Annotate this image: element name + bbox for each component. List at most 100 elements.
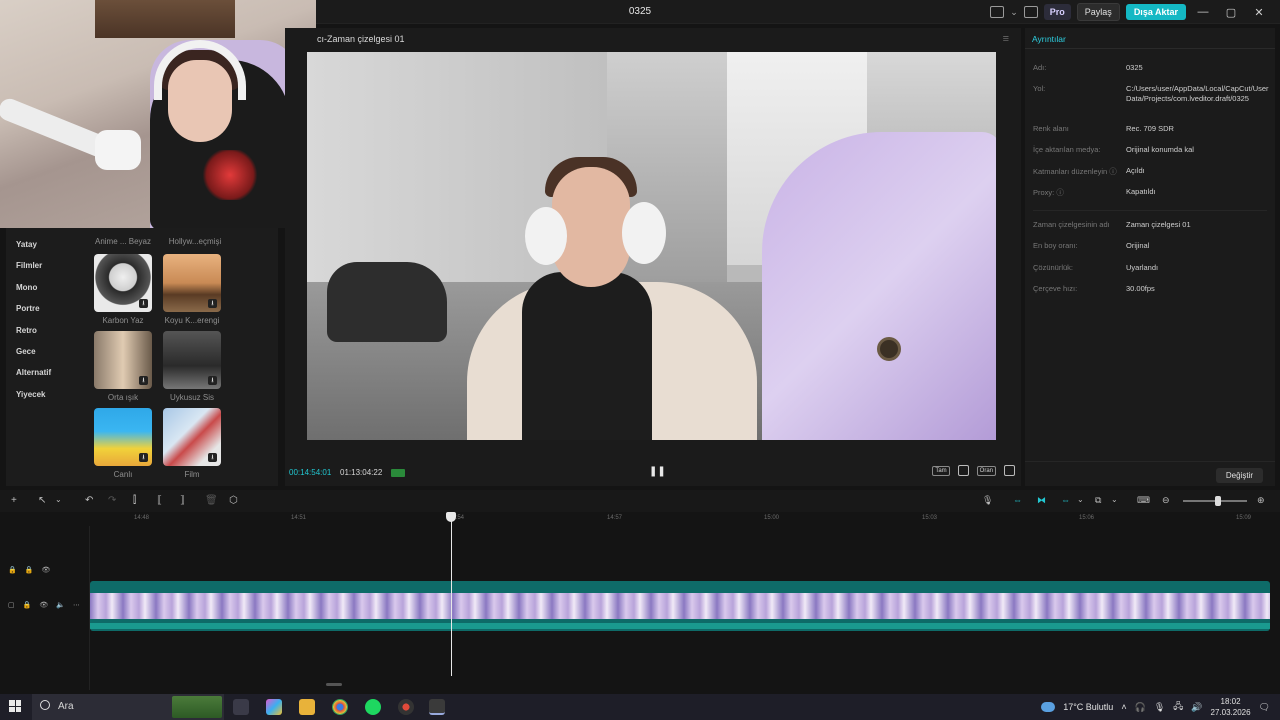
download-icon[interactable]: ⭳ (139, 453, 148, 462)
undo-icon[interactable]: ↶ (85, 495, 93, 506)
eye-icon[interactable]: 👁 (41, 566, 50, 574)
lock-icon[interactable]: 🔒 (25, 566, 34, 574)
change-button[interactable]: Değiştir (1215, 468, 1263, 483)
filter-category-item[interactable]: Filmler (16, 255, 86, 276)
chrome-icon[interactable] (332, 699, 348, 715)
export-button[interactable]: Dışa Aktar (1125, 4, 1186, 20)
fit-button[interactable]: Tam (932, 465, 950, 476)
filter-item[interactable]: ⭳ Karbon Yaz (94, 254, 152, 331)
windows-start-icon[interactable] (9, 700, 21, 712)
screenshot-icon[interactable] (957, 465, 969, 476)
download-icon[interactable]: ⭳ (139, 376, 148, 385)
delete-icon[interactable]: 🗑 (205, 495, 218, 506)
zoom-in-icon[interactable]: ⊕ (1257, 495, 1265, 506)
main-track-magnet-icon[interactable]: ⇔ (1013, 495, 1022, 505)
filter-thumbnail[interactable]: ⭳ (163, 331, 221, 389)
pro-button[interactable]: Pro (1043, 4, 1071, 20)
filter-category-item[interactable]: Alternatif (16, 362, 86, 383)
linkage-icon[interactable]: ⇔ (1061, 495, 1070, 505)
eye-icon[interactable]: 👁 (39, 601, 48, 609)
filter-item[interactable]: ⭳ Koyu K...erengi (163, 254, 221, 331)
weather-icon[interactable] (1041, 702, 1056, 712)
minimize-button[interactable]: — (1192, 6, 1214, 18)
select-tool-icon[interactable]: ↖ (38, 495, 46, 506)
shortcuts-icon[interactable] (1023, 6, 1038, 18)
filter-category-item[interactable]: Yatay (16, 234, 86, 255)
filter-item[interactable]: ⭳ Film (163, 408, 221, 485)
audio-icon[interactable]: 🔈 (56, 601, 65, 609)
playhead-handle[interactable] (446, 512, 456, 522)
captions-icon[interactable]: ⌨ (1137, 495, 1150, 506)
download-icon[interactable]: ⭳ (208, 453, 217, 462)
chevron-down-icon[interactable]: ⌄ (1077, 495, 1084, 504)
lock-icon[interactable]: 🔒 (8, 566, 17, 574)
task-view-icon[interactable] (233, 699, 249, 715)
lock-icon[interactable]: 🔒 (23, 601, 32, 609)
detail-key: Proxy: ⓘ (1033, 188, 1064, 197)
filter-thumbnail[interactable]: ⭳ (94, 254, 152, 312)
chevron-down-icon[interactable]: ⌄ (55, 495, 62, 504)
filter-category-list: Yatay Filmler Mono Portre Retro Gece Alt… (16, 234, 86, 405)
horizontal-scrollbar[interactable] (326, 683, 342, 686)
pause-button[interactable]: ❚❚ (649, 466, 666, 477)
preview-axis-icon[interactable]: ⧉ (1095, 495, 1101, 506)
volume-icon[interactable]: 🔊 (1191, 702, 1202, 713)
webcam-shirt-graphic (200, 150, 260, 200)
file-explorer-icon[interactable] (299, 699, 315, 715)
playhead[interactable] (451, 516, 452, 676)
redo-icon[interactable]: ↷ (108, 495, 116, 506)
zoom-out-icon[interactable]: ⊖ (1162, 495, 1170, 506)
zoom-slider-handle[interactable] (1215, 496, 1221, 506)
ruler-tick-label: 15:06 (1079, 515, 1095, 521)
filter-category-item[interactable]: Portre (16, 298, 86, 319)
filter-item[interactable]: ⭳ Uykusuz Sis (163, 331, 221, 408)
obs-icon[interactable] (398, 699, 414, 715)
microphone-icon[interactable]: 🎙 (982, 495, 993, 506)
layout-dropdown-icon[interactable]: ⌄ (1010, 7, 1018, 18)
download-icon[interactable]: ⭳ (139, 299, 148, 308)
filter-thumbnail[interactable]: ⭳ (163, 254, 221, 312)
maximize-button[interactable]: ▢ (1220, 6, 1242, 19)
filter-category-item[interactable]: Mono (16, 277, 86, 298)
more-icon[interactable]: ⋯ (73, 601, 80, 609)
copilot-icon[interactable] (266, 699, 282, 715)
auto-snap-icon[interactable]: ⧓ (1037, 495, 1046, 506)
taskbar-search[interactable]: Ara (32, 694, 224, 720)
close-button[interactable]: ✕ (1248, 6, 1270, 19)
video-clip[interactable] (90, 581, 1270, 631)
layout-icon[interactable] (990, 6, 1005, 18)
network-icon[interactable]: 🖧 (1173, 699, 1183, 715)
share-button[interactable]: Paylaş (1076, 3, 1120, 21)
cover-icon[interactable]: ▢ (8, 601, 15, 609)
menu-icon[interactable]: ≡ (1003, 33, 1009, 45)
headphones-icon[interactable]: 🎧 (1135, 702, 1146, 713)
spotify-icon[interactable] (365, 699, 381, 715)
filter-item[interactable]: ⭳ Orta ışık (94, 331, 152, 408)
chevron-down-icon[interactable]: ⌄ (1111, 495, 1118, 504)
weather-text[interactable]: 17°C Bulutlu (1063, 702, 1113, 712)
filter-category-item[interactable]: Gece (16, 341, 86, 362)
filter-item[interactable]: ⭳ Canlı (94, 408, 152, 485)
mic-icon[interactable]: 🎙 (1154, 702, 1165, 713)
download-icon[interactable]: ⭳ (208, 299, 217, 308)
add-icon[interactable]: + (11, 495, 17, 506)
timecode-icon[interactable] (391, 469, 405, 477)
timeline-ruler[interactable]: 14:48 14:51 14:54 14:57 15:00 15:03 15:0… (90, 512, 1280, 526)
capcut-icon[interactable] (429, 699, 445, 715)
trim-right-icon[interactable]: ⟧ (180, 495, 185, 506)
marker-icon[interactable]: ⬡ (229, 495, 238, 506)
taskbar-clock[interactable]: 18:02 27.03.2026 (1211, 696, 1251, 718)
notifications-icon[interactable]: 🗨 (1259, 702, 1270, 713)
filter-category-item[interactable]: Retro (16, 320, 86, 341)
download-icon[interactable]: ⭳ (208, 376, 217, 385)
ratio-button[interactable]: Oran (976, 465, 996, 476)
chevron-up-icon[interactable]: ˄ (1121, 702, 1126, 712)
filter-thumbnail[interactable]: ⭳ (94, 331, 152, 389)
filter-category-item[interactable]: Yiyecek (16, 384, 86, 405)
fullscreen-icon[interactable] (1004, 465, 1015, 476)
split-icon[interactable]: ⫿ (133, 495, 136, 506)
video-preview[interactable] (307, 52, 996, 440)
filter-thumbnail[interactable]: ⭳ (94, 408, 152, 466)
trim-left-icon[interactable]: ⟦ (157, 495, 162, 506)
filter-thumbnail[interactable]: ⭳ (163, 408, 221, 466)
